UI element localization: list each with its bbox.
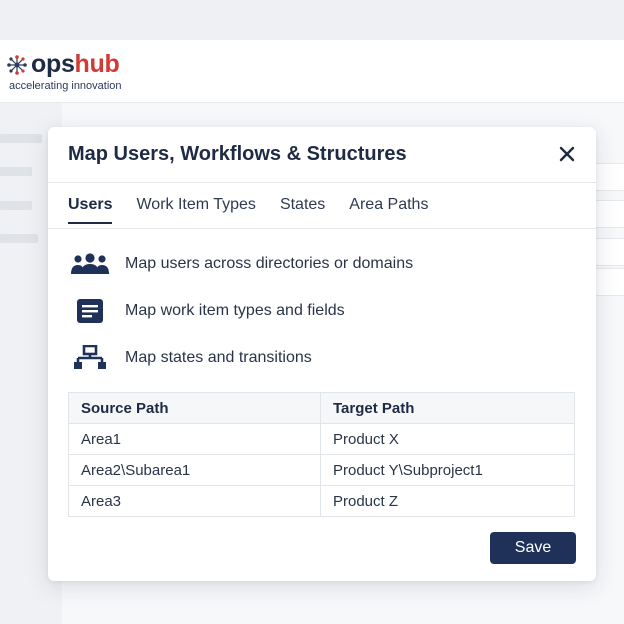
feature-text: Map users across directories or domains	[125, 255, 414, 272]
feature-text: Map states and transitions	[125, 349, 312, 366]
target-path-cell[interactable]: Product Z	[320, 485, 575, 517]
table-header-row: Source Path Target Path	[68, 392, 575, 424]
opshub-logo: opshub accelerating innovation	[6, 50, 122, 92]
sidebar-placeholder-line	[0, 234, 38, 243]
tab-divider	[48, 228, 596, 229]
source-path-cell[interactable]: Area1	[68, 423, 321, 455]
brand-name: opshub	[31, 50, 120, 79]
dialog-title: Map Users, Workflows & Structures	[68, 143, 407, 165]
background-row	[596, 200, 624, 228]
users-group-icon	[70, 251, 110, 277]
sidebar-placeholder-line	[0, 134, 42, 143]
mapping-dialog: Map Users, Workflows & Structures Users …	[48, 127, 596, 581]
feature-item-work-items: Map work item types and fields	[70, 298, 345, 324]
target-path-cell[interactable]: Product X	[320, 423, 575, 455]
feature-item-states: Map states and transitions	[70, 345, 312, 371]
source-path-cell[interactable]: Area2\Subarea1	[68, 454, 321, 486]
feature-item-users: Map users across directories or domains	[70, 251, 413, 277]
source-path-cell[interactable]: Area3	[68, 485, 321, 517]
area-path-mapping-table: Source Path Target Path Area1 Product X …	[68, 392, 575, 517]
tab-area-paths[interactable]: Area Paths	[349, 196, 428, 224]
column-header-target-path: Target Path	[320, 392, 575, 424]
save-button[interactable]: Save	[490, 532, 576, 564]
background-row	[596, 268, 624, 296]
brand-tagline: accelerating innovation	[9, 80, 122, 92]
feature-text: Map work item types and fields	[125, 302, 345, 319]
tab-bar: Users Work Item Types States Area Paths	[68, 196, 452, 224]
sidebar-placeholder-line	[0, 167, 32, 176]
table-row[interactable]: Area3 Product Z	[68, 485, 575, 517]
table-row[interactable]: Area1 Product X	[68, 423, 575, 455]
brand-name-part2: hub	[74, 50, 120, 78]
target-path-cell[interactable]: Product Y\Subproject1	[320, 454, 575, 486]
document-list-icon	[70, 298, 110, 324]
brand-name-part1: ops	[31, 50, 75, 78]
sidebar-placeholder-line	[0, 201, 32, 210]
column-header-source-path: Source Path	[68, 392, 321, 424]
title-divider	[48, 182, 596, 183]
background-top-bar	[0, 0, 624, 40]
background-row	[596, 238, 624, 266]
tab-users[interactable]: Users	[68, 196, 113, 224]
tab-states[interactable]: States	[280, 196, 325, 224]
table-row[interactable]: Area2\Subarea1 Product Y\Subproject1	[68, 454, 575, 486]
hierarchy-icon	[70, 345, 110, 371]
close-icon[interactable]	[556, 143, 578, 165]
network-logo-icon	[7, 54, 27, 75]
tab-work-item-types[interactable]: Work Item Types	[136, 196, 255, 224]
background-row	[596, 163, 624, 191]
